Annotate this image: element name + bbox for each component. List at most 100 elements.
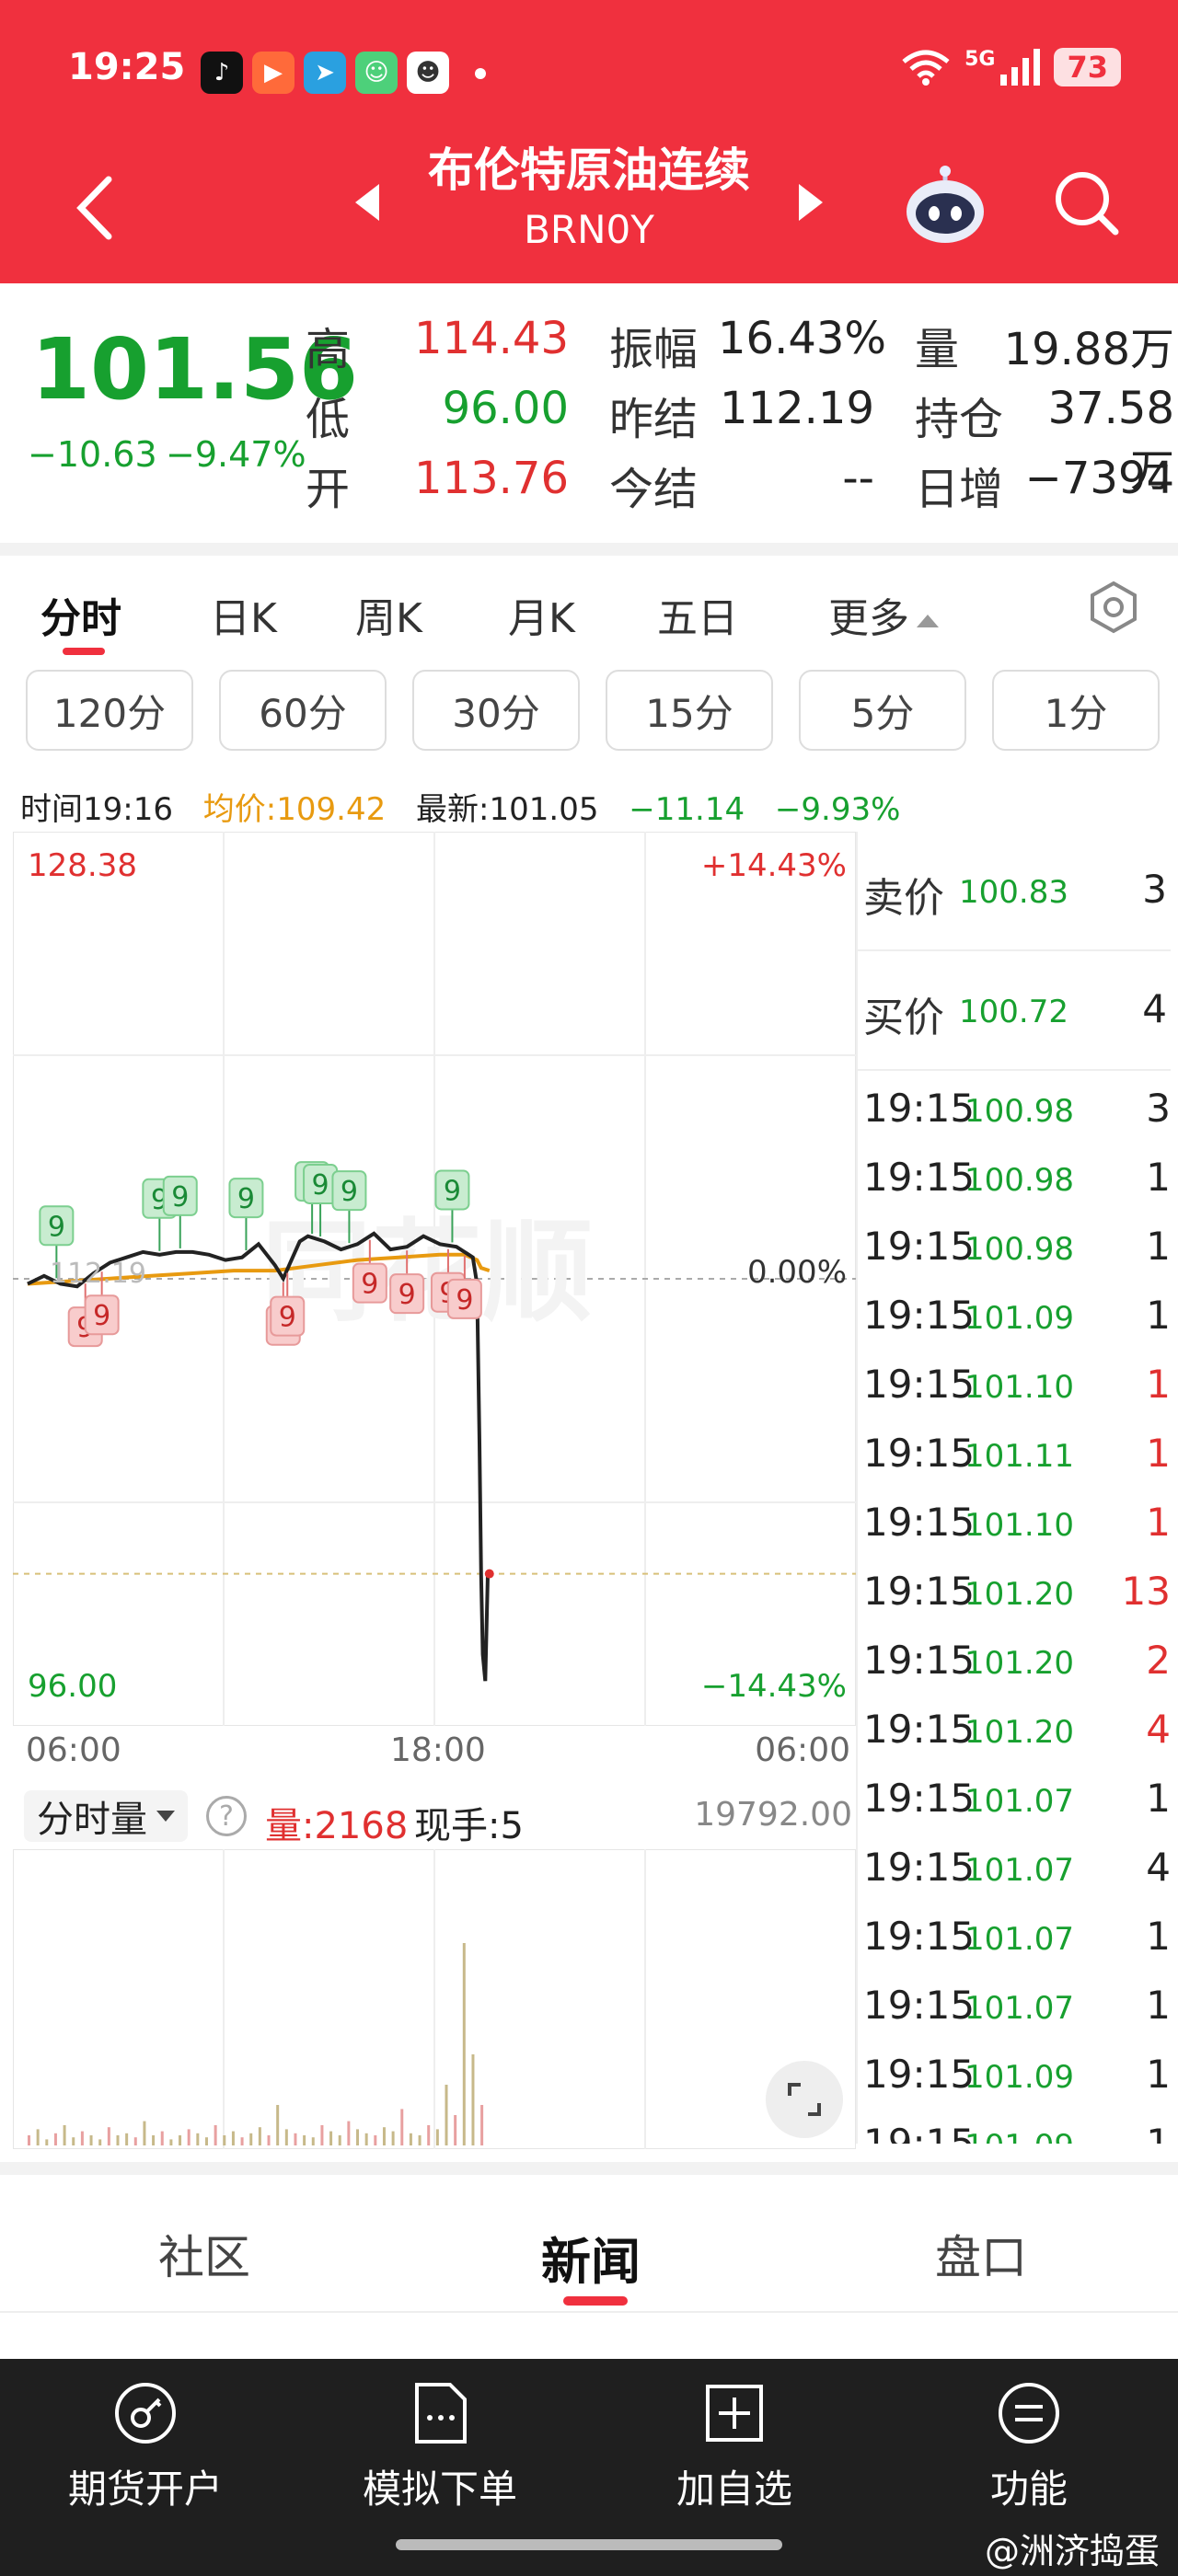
last-price-dot [484, 1569, 494, 1579]
fullscreen-button[interactable] [766, 2061, 843, 2138]
tab-weekly-k[interactable]: 周K [355, 585, 422, 644]
volume-bar [36, 2129, 40, 2145]
volume-bar [169, 2139, 173, 2145]
tab-community[interactable]: 社区 [158, 2221, 250, 2287]
assistant-robot-button[interactable] [904, 166, 987, 248]
tick-row: 19:15101.09 1 [858, 1278, 1176, 1347]
nav-functions[interactable]: 功能 [918, 2381, 1139, 2514]
volume-bar [63, 2125, 66, 2145]
daily-increase-value: −7394 [1024, 453, 1174, 504]
volume-bar [107, 2127, 110, 2145]
tick-price: 101.20 [964, 1576, 1074, 1613]
volume-bar [204, 2137, 208, 2145]
open-interest-label: 持仓 [915, 394, 1004, 445]
nav-open-account[interactable]: 期货开户 [35, 2381, 256, 2514]
next-contract-button[interactable] [799, 184, 823, 221]
expand-icon [788, 2083, 821, 2116]
signal-icon [1000, 49, 1041, 86]
contract-title: 布伦特原油连续 BRN0Y [350, 138, 828, 258]
tiktok-icon: ♪ [201, 52, 243, 94]
volume-bar [267, 2135, 271, 2145]
period-30min-button[interactable]: 30分 [412, 670, 580, 751]
tick-row: 19:15 101.07 1 [858, 1761, 1176, 1830]
app-header: 19:25 ♪ ▶ ➤ ☺ ☻ 5G 73 布伦特原油连续 BRN0Y [0, 0, 1178, 283]
contract-code: BRN0Y [524, 207, 654, 252]
price-change-percent: −9.47% [166, 434, 306, 475]
prev-settle-label: 昨结 [609, 394, 699, 445]
caret-down-icon [156, 1811, 175, 1822]
home-indicator[interactable] [396, 2539, 782, 2550]
tab-daily-k[interactable]: 日K [210, 585, 277, 644]
tab-more[interactable]: 更多 [828, 585, 939, 644]
tick-row: 19:15 100.98 1 [858, 1140, 1176, 1209]
volume-bar [72, 2137, 75, 2145]
volume-type-label: 分时量 [37, 1799, 147, 1841]
period-5min-button[interactable]: 5分 [799, 670, 966, 751]
trades-panel[interactable]: 卖价 100.83 3 买价 100.72 4 19:15 100.98 3 19:1… [856, 832, 1178, 2144]
tick-row: 19:15 101.07 1 [858, 1899, 1176, 1968]
volume-bar [231, 2131, 235, 2145]
nav-sim-order-label: 模拟下单 [362, 2467, 517, 2512]
chart-mid-pct-label: 0.00% [747, 1254, 847, 1291]
sell-marker-label: 9 [93, 1300, 110, 1332]
period-15min-button[interactable]: 15分 [606, 670, 773, 751]
tick-price: 101.20 [964, 1714, 1074, 1751]
bid-row: 买价 100.72 4 [858, 951, 1171, 1071]
period-120min-button[interactable]: 120分 [26, 670, 193, 751]
tick-volume: 1 [1146, 2121, 1171, 2144]
volume-type-select[interactable]: 分时量 [24, 1790, 188, 1842]
status-time: 19:25 [68, 46, 186, 88]
volume-bar [125, 2133, 129, 2145]
quote-panel: 101.56 −10.63 −9.47% 高 114.43 低 96.00 开 … [0, 283, 1178, 532]
tick-time: 19:15 [863, 1776, 976, 1821]
intraday-chart[interactable]: 同花顺 9999999999999999 128.38 +14.43% 112.… [13, 832, 856, 1726]
period-1min-button[interactable]: 1分 [992, 670, 1160, 751]
tick-volume: 4 [1146, 1707, 1171, 1752]
crosshair-info-line: 时间19:16 均价:109.42 最新:101.05 −11.14 −9.93… [20, 784, 920, 829]
plus-square-icon [702, 2381, 767, 2445]
tick-time: 19:15 [863, 1431, 976, 1476]
tick-row: 19:15101.09 1 [858, 2037, 1176, 2106]
volume-bar [89, 2135, 93, 2145]
volume-bar [462, 1943, 466, 2145]
volume-bar [418, 2135, 422, 2145]
low-label: 低 [306, 394, 351, 445]
tick-row: 19:15 101.10 1 [858, 1485, 1176, 1554]
nav-add-watchlist[interactable]: 加自选 [624, 2381, 845, 2514]
volume-bar [276, 2105, 280, 2145]
volume-header: 分时量 ? 量:2168 现手:5 19792.00 [24, 1790, 852, 1847]
more-notifications-dot [475, 68, 486, 79]
search-icon [1056, 172, 1119, 236]
tab-monthly-k[interactable]: 月K [508, 585, 575, 644]
volume-bar [303, 2135, 306, 2145]
volume-bar [356, 2129, 360, 2145]
active-tab-indicator [63, 648, 105, 655]
volume-bar [53, 2133, 57, 2145]
document-icon [408, 2381, 472, 2445]
back-button[interactable] [74, 171, 129, 245]
tick-row: 19:15 100.98 1 [858, 1209, 1176, 1278]
chart-settings-button[interactable] [1086, 580, 1141, 638]
bid-volume: 4 [1142, 986, 1167, 1031]
tick-time: 19:15 [863, 1362, 976, 1407]
robot-icon [907, 166, 984, 243]
tab-five-day[interactable]: 五日 [657, 585, 738, 644]
nav-sim-order[interactable]: 模拟下单 [329, 2381, 550, 2514]
volume-bar [214, 2125, 217, 2145]
sell-marker-label: 9 [279, 1302, 296, 1334]
volume-bar [258, 2127, 261, 2145]
tick-volume: 3 [1146, 1086, 1171, 1131]
settle-value: -- [842, 453, 874, 504]
x-axis-ticks: 06:00 18:00 06:00 [13, 1731, 856, 1777]
search-button[interactable] [1053, 169, 1121, 241]
tab-news[interactable]: 新闻 [541, 2221, 641, 2294]
chart-bottom-price-label: 96.00 [28, 1668, 117, 1705]
tab-order-book[interactable]: 盘口 [935, 2221, 1027, 2287]
help-icon[interactable]: ? [206, 1796, 247, 1836]
tick-row: 19:15 101.20 4 [858, 1692, 1176, 1761]
tab-intraday[interactable]: 分时 [40, 585, 121, 644]
tick-price: 101.07 [964, 1921, 1074, 1958]
period-60min-button[interactable]: 60分 [219, 670, 387, 751]
low-value: 96.00 [442, 383, 569, 434]
volume-bar [294, 2133, 297, 2145]
